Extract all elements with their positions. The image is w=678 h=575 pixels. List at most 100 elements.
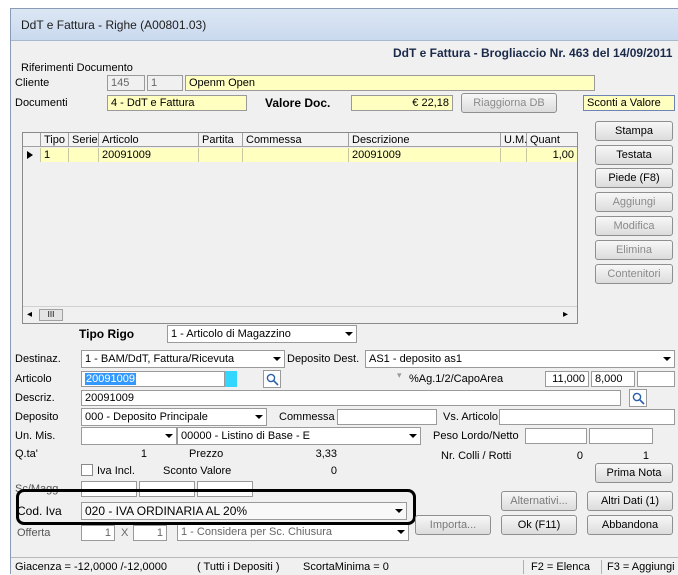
altri-dati-button[interactable]: Altri Dati (1) xyxy=(587,491,673,511)
righe-grid[interactable]: Tipo Serie Articolo Partita Commessa Des… xyxy=(22,132,578,324)
testata-button[interactable]: Testata xyxy=(595,145,673,165)
prima-nota-button[interactable]: Prima Nota xyxy=(595,463,673,483)
descriz-search-button[interactable] xyxy=(629,389,647,407)
row-pointer-icon xyxy=(27,151,33,159)
peso-label: Peso Lordo/Netto xyxy=(433,430,519,442)
cod-iva-highlight-annotation xyxy=(16,489,416,525)
status-giacenza: Giacenza = -12,0000 /-12,0000 xyxy=(15,561,167,573)
commessa-field[interactable] xyxy=(337,409,437,425)
sconti-a-valore-field[interactable]: Sconti a Valore xyxy=(583,95,675,111)
articolo-field-highlight xyxy=(225,371,237,387)
sconto-valore-label: Sconto Valore xyxy=(163,465,232,477)
iva-incl-label: Iva Incl. xyxy=(97,465,135,477)
peso-netto-field[interactable] xyxy=(589,428,653,444)
main-window: DdT e Fattura - Righe (A00801.03) DdT e … xyxy=(10,8,678,575)
aggiungi-button[interactable]: Aggiungi xyxy=(595,192,673,212)
grid-col-quant[interactable]: Quant xyxy=(527,133,577,147)
ag2-field[interactable]: 8,000 xyxy=(591,371,635,387)
articolo-search-button[interactable] xyxy=(263,370,281,388)
grid-horizontal-scrollbar[interactable]: ◂ III ▸ xyxy=(23,306,577,323)
rotti-field[interactable]: 1 xyxy=(589,448,653,464)
destinaz-value: 1 - BAM/DdT, Fattura/Ricevuta xyxy=(85,353,235,365)
articolo-value: 20091009 xyxy=(85,373,136,385)
riaggiorna-db-button[interactable]: Riaggiorna DB xyxy=(461,93,557,113)
cell-articolo[interactable]: 20091009 xyxy=(99,148,199,162)
deposito-select[interactable]: 000 - Deposito Principale xyxy=(81,408,267,426)
peso-lordo-field[interactable] xyxy=(525,428,587,444)
magnifier-icon xyxy=(266,373,279,386)
ag3-field[interactable] xyxy=(637,371,675,387)
deposito-label: Deposito xyxy=(15,411,59,423)
cell-descrizione[interactable]: 20091009 xyxy=(349,148,501,162)
ok-button[interactable]: Ok (F11) xyxy=(501,515,577,535)
modifica-button[interactable]: Modifica xyxy=(595,216,673,236)
piede-button[interactable]: Piede (F8) xyxy=(595,168,673,188)
deposito-dest-label: Deposito Dest. xyxy=(287,353,360,365)
cell-tipo[interactable]: 1 xyxy=(41,148,69,162)
deposito-dest-select[interactable]: AS1 - deposito as1 xyxy=(365,350,675,368)
cell-um[interactable] xyxy=(501,148,527,162)
grid-col-selector xyxy=(23,133,41,147)
cell-commessa[interactable] xyxy=(243,148,349,162)
scroll-left-arrow-icon[interactable]: ◂ xyxy=(27,309,32,320)
tipo-rigo-select[interactable]: 1 - Articolo di Magazzino xyxy=(167,325,357,343)
offerta-b-field[interactable]: 1 xyxy=(133,525,167,541)
chevron-down-icon xyxy=(345,332,353,336)
vs-articolo-field[interactable] xyxy=(499,409,675,425)
offerta-select[interactable]: 1 - Considera per Sc. Chiusura xyxy=(177,523,409,541)
table-row[interactable]: 1 20091009 20091009 1,00 xyxy=(23,148,577,162)
chevron-down-icon xyxy=(165,434,173,438)
contenitori-button[interactable]: Contenitori xyxy=(595,264,673,284)
grid-col-commessa[interactable]: Commessa xyxy=(243,133,349,147)
grid-header: Tipo Serie Articolo Partita Commessa Des… xyxy=(23,133,577,147)
window-title: DdT e Fattura - Righe (A00801.03) xyxy=(21,18,207,32)
grid-col-um[interactable]: U.M. xyxy=(501,133,527,147)
deposito-dest-value: AS1 - deposito as1 xyxy=(369,353,462,365)
importa-button[interactable]: Importa... xyxy=(415,515,491,535)
status-depositi: ( Tutti i Depositi ) xyxy=(197,561,280,573)
abbandona-button[interactable]: Abbandona xyxy=(587,515,673,535)
qta-field[interactable]: 1 xyxy=(81,446,151,462)
grid-col-articolo[interactable]: Articolo xyxy=(99,133,199,147)
elimina-button[interactable]: Elimina xyxy=(595,240,673,260)
cliente-code-field[interactable]: 145 xyxy=(107,75,145,91)
listino-select[interactable]: 00000 - Listino di Base - E xyxy=(177,427,421,445)
alternativi-button[interactable]: Alternativi... xyxy=(501,491,577,511)
colli-label: Nr. Colli / Rotti xyxy=(441,450,512,462)
destinaz-label: Destinaz. xyxy=(15,353,61,365)
chevron-down-icon xyxy=(663,357,671,361)
descriz-field[interactable]: 20091009 xyxy=(81,390,621,406)
offerta-select-value: 1 - Considera per Sc. Chiusura xyxy=(181,526,333,538)
stampa-button[interactable]: Stampa xyxy=(595,121,673,141)
grid-col-descrizione[interactable]: Descrizione xyxy=(349,133,501,147)
cliente-sub-field[interactable]: 1 xyxy=(147,75,183,91)
scroll-right-arrow-icon[interactable]: ▸ xyxy=(563,309,568,320)
status-f2: F2 = Elenca xyxy=(531,561,591,573)
sconto-valore-field[interactable]: 0 xyxy=(251,463,341,479)
descriz-label: Descriz. xyxy=(15,392,55,404)
unmis-label: Un. Mis. xyxy=(15,430,56,442)
ag1-field[interactable]: 11,000 xyxy=(545,371,589,387)
articolo-field[interactable]: 20091009 xyxy=(81,371,225,387)
scroll-thumb-grip: III xyxy=(47,310,55,319)
chevron-down-icon xyxy=(255,415,263,419)
destinaz-select[interactable]: 1 - BAM/DdT, Fattura/Ricevuta xyxy=(81,350,285,368)
valore-doc-field: € 22,18 xyxy=(351,95,453,111)
qta-label: Q.ta' xyxy=(15,448,38,460)
status-scorta: ScortaMinima = 0 xyxy=(303,561,389,573)
grid-col-partita[interactable]: Partita xyxy=(199,133,243,147)
offerta-a-field[interactable]: 1 xyxy=(81,525,115,541)
cliente-name-field[interactable]: Openm Open xyxy=(185,75,595,91)
colli-field[interactable]: 0 xyxy=(525,448,587,464)
cell-quant[interactable]: 1,00 xyxy=(527,148,577,162)
grid-col-tipo[interactable]: Tipo xyxy=(41,133,69,147)
ag-combo-arrow-icon[interactable]: ▾ xyxy=(397,370,402,381)
scroll-thumb[interactable]: III xyxy=(39,309,63,321)
grid-col-serie[interactable]: Serie xyxy=(69,133,99,147)
cell-partita[interactable] xyxy=(199,148,243,162)
iva-incl-checkbox[interactable] xyxy=(81,464,93,476)
prezzo-field[interactable]: 3,33 xyxy=(251,446,341,462)
cell-serie[interactable] xyxy=(69,148,99,162)
documenti-field[interactable]: 4 - DdT e Fattura xyxy=(107,95,247,111)
unmis-select[interactable] xyxy=(81,427,177,445)
